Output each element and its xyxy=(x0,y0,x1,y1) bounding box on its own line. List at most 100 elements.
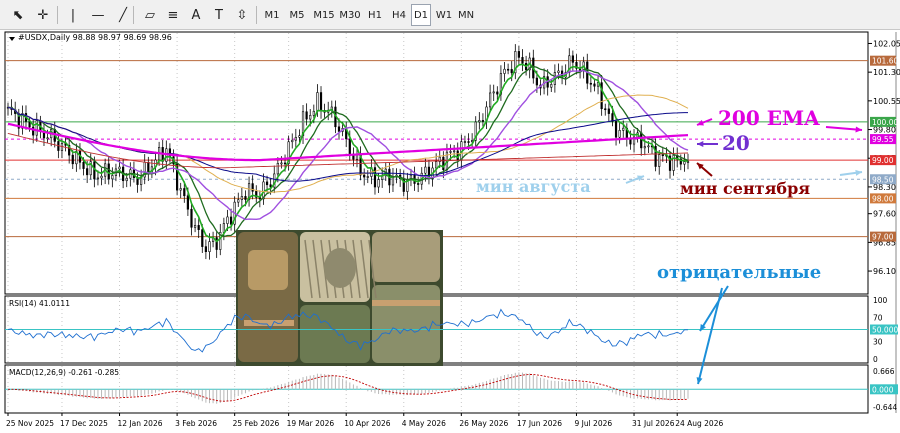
toolbar: ⬉ ✛ | — ╱ ▱ ≡ A T ⇳ M1 M5 M15 M30 H1 H4 D1 W1 MN xyxy=(0,0,900,30)
candle-body xyxy=(492,91,495,94)
toolbar-separator xyxy=(57,6,58,24)
candle-body xyxy=(215,237,218,250)
timeframe-mn[interactable]: MN xyxy=(456,4,476,26)
candle-body xyxy=(589,82,592,85)
timeframe-h4[interactable]: H4 xyxy=(389,4,409,26)
timeframe-d1[interactable]: D1 xyxy=(411,4,431,26)
banknote-roll xyxy=(372,232,440,282)
timeframe-m1[interactable]: M1 xyxy=(262,4,282,26)
macd-header: MACD(12,26,9) -0.261 -0.285 xyxy=(9,368,119,377)
candle-body xyxy=(507,68,510,71)
timeframe-w1[interactable]: W1 xyxy=(434,4,454,26)
rsi-tick-label: 0 xyxy=(873,355,878,364)
x-axis-label: 19 Mar 2026 xyxy=(287,419,335,428)
candle-body xyxy=(82,162,85,169)
x-axis-label: 25 Feb 2026 xyxy=(233,419,280,428)
candle-body xyxy=(614,121,618,138)
macd-level-text: 0.000 xyxy=(872,385,894,394)
candle-body xyxy=(201,229,204,247)
candle-body xyxy=(557,70,560,73)
candle-body xyxy=(183,188,186,197)
symbol-header: #USDX,Daily 98.88 98.97 98.69 98.96 xyxy=(18,33,172,42)
candle-body xyxy=(32,126,35,136)
candle-body xyxy=(377,179,380,188)
candle-body xyxy=(197,225,200,230)
trendline-icon[interactable]: ╱ xyxy=(113,4,133,26)
candle-body xyxy=(571,55,574,63)
candle-body xyxy=(276,162,279,175)
candle-body xyxy=(46,137,49,140)
equidistant-channel-icon[interactable]: ▱ xyxy=(140,4,160,26)
candle-body xyxy=(640,132,643,149)
candle-body xyxy=(35,120,38,136)
banknote-roll xyxy=(372,285,440,363)
x-axis-label: 9 Jul 2026 xyxy=(574,419,612,428)
currency-photo xyxy=(236,230,443,366)
price-label-text: 99.55 xyxy=(872,135,894,144)
candle-body xyxy=(193,225,197,228)
y-tick-label: 102.05 xyxy=(873,39,900,48)
candle-body xyxy=(604,108,607,111)
candle-body xyxy=(489,92,492,108)
candle-body xyxy=(535,77,538,86)
timeframe-m15[interactable]: M15 xyxy=(313,4,335,26)
portrait-oval xyxy=(324,248,356,288)
candle-body xyxy=(647,145,650,148)
horizontal-line-icon[interactable]: — xyxy=(88,4,108,26)
band-strip xyxy=(372,300,440,306)
candle-body xyxy=(265,181,269,186)
candle-body xyxy=(435,161,438,169)
candle-body xyxy=(86,168,89,176)
candle-body xyxy=(291,139,294,143)
candle-body xyxy=(463,141,467,143)
cursor-icon[interactable]: ⬉ xyxy=(8,4,28,26)
candle-body xyxy=(348,138,351,155)
text-icon[interactable]: A xyxy=(186,4,206,26)
candle-body xyxy=(449,151,452,153)
candle-body xyxy=(283,162,287,165)
candle-body xyxy=(280,162,283,165)
timeframe-m5[interactable]: M5 xyxy=(287,4,307,26)
candle-body xyxy=(496,91,499,95)
label-200-ema: 200 EMA xyxy=(718,106,820,130)
price-label-text: 100.00 xyxy=(872,118,898,127)
candle-body xyxy=(510,69,513,74)
candle-body xyxy=(607,108,610,114)
toolbar-separator xyxy=(256,6,257,24)
candle-body xyxy=(237,199,240,203)
rsi-tick-label: 100 xyxy=(873,296,888,305)
candle-body xyxy=(424,166,427,174)
candle-body xyxy=(481,120,485,122)
timeframe-h1[interactable]: H1 xyxy=(365,4,385,26)
candle-body xyxy=(208,241,211,252)
candle-body xyxy=(618,130,621,138)
candle-body xyxy=(467,141,470,143)
text-label-icon[interactable]: T xyxy=(209,4,229,26)
candle-body xyxy=(593,83,596,87)
banknote-roll xyxy=(248,250,288,290)
candle-body xyxy=(96,177,100,180)
candle-body xyxy=(309,115,312,120)
x-axis-label: 12 Jan 2026 xyxy=(118,419,163,428)
candle-body xyxy=(111,175,114,180)
candle-body xyxy=(118,166,121,170)
candle-body xyxy=(125,177,128,182)
price-label-text: 98.50 xyxy=(872,175,894,184)
arrows-shapes-icon[interactable]: ⇳ xyxy=(232,4,252,26)
candle-body xyxy=(658,154,661,167)
candle-body xyxy=(683,161,686,165)
timeframe-m30[interactable]: M30 xyxy=(339,4,361,26)
fibonacci-icon[interactable]: ≡ xyxy=(163,4,183,26)
candle-body xyxy=(503,68,506,74)
crosshair-icon[interactable]: ✛ xyxy=(33,4,53,26)
rsi-header: RSI(14) 41.0111 xyxy=(9,299,70,308)
candle-body xyxy=(186,195,189,210)
candle-body xyxy=(100,175,103,179)
vertical-line-icon[interactable]: | xyxy=(63,4,83,26)
label-20: 20 xyxy=(722,131,750,155)
toolbar-separator xyxy=(133,6,134,24)
candle-body xyxy=(643,146,646,149)
candle-body xyxy=(71,154,74,165)
band-strip xyxy=(244,320,294,326)
candle-body xyxy=(521,57,524,64)
